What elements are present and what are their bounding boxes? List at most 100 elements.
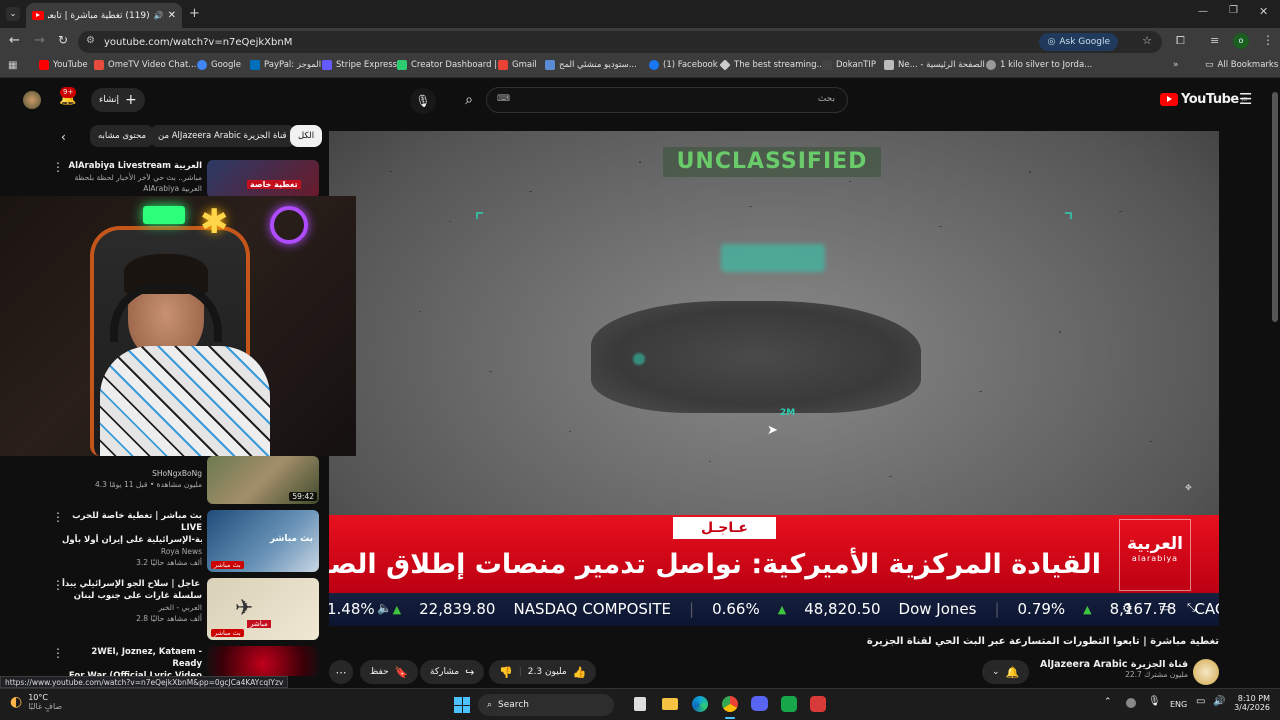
rec-thumbnail[interactable]: 59:42 (207, 456, 319, 504)
volume-icon[interactable]: 🔈 (377, 601, 392, 615)
divider: | (518, 667, 522, 677)
tab-search-icon[interactable]: ⌄ (6, 7, 20, 21)
profile-avatar[interactable]: o (1233, 33, 1249, 49)
extensions-icon[interactable]: ⧠ (1176, 34, 1185, 48)
save-button[interactable]: حفظ 🔖 (360, 660, 419, 684)
apps-grid-icon[interactable]: ▦ (8, 60, 17, 71)
bookmark-homepage[interactable]: Ne... - الصفحة الرئيسية (884, 60, 985, 70)
tray-mic-icon[interactable]: 🎙 (1148, 696, 1161, 707)
ticker-name: Dow Jones (898, 600, 977, 618)
bell-icon: 🔔 (1005, 665, 1020, 679)
bookmark-stripe[interactable]: Stripe Express (322, 60, 397, 70)
tray-app-icon[interactable] (1126, 698, 1136, 708)
page-scrollbar[interactable] (1272, 92, 1278, 322)
rec-thumbnail[interactable]: بث مباشر بث مباشر (207, 510, 319, 572)
volume-tray-icon[interactable]: 🔊 (1213, 696, 1225, 707)
like-dislike-button[interactable]: 👎 | 2.3 مليون 👍 (489, 660, 597, 684)
settings-icon[interactable]: ⚙ (1122, 601, 1133, 615)
obs-app-icon[interactable] (781, 696, 797, 712)
fullscreen-icon[interactable]: ⤡ (1187, 601, 1196, 615)
rec-menu-icon[interactable]: ⋮ (52, 160, 64, 174)
more-bookmarks-icon[interactable]: » (1173, 60, 1179, 70)
paypal-icon (250, 60, 260, 70)
rec-text[interactable]: بث مباشر | تغطية خاصة للحرب LIVE الأمريك… (62, 510, 202, 568)
guide-menu-icon[interactable]: ☰ (1239, 90, 1252, 108)
discord-icon[interactable] (751, 696, 768, 711)
rec-thumbnail[interactable]: ✈ مباشر بث مباشر (207, 578, 319, 640)
voice-search-icon[interactable]: 🎙 (410, 88, 436, 114)
bookmark-star-icon[interactable]: ☆ (1142, 34, 1152, 47)
taskbar-search[interactable]: ⌕ Search (478, 694, 614, 716)
subscribed-button[interactable]: ⌄ 🔔 (982, 660, 1030, 684)
tab-close-icon[interactable]: ✕ (168, 10, 176, 21)
new-tab-icon[interactable]: + (189, 6, 200, 21)
rec-menu-icon[interactable]: ⋮ (52, 578, 64, 592)
restore-icon[interactable]: ❐ (1229, 5, 1238, 16)
youtube-logo[interactable]: YouTube JO (1160, 92, 1247, 107)
chip-related[interactable]: محتوى مشابه (90, 125, 154, 147)
bookmark-facebook[interactable]: (1) Facebook (649, 60, 718, 70)
site-info-icon[interactable]: ⚙ (86, 35, 95, 46)
user-avatar[interactable] (23, 91, 41, 109)
bookmark-creator-dashboard[interactable]: Creator Dashboard |... (397, 60, 505, 70)
rec-menu-icon[interactable]: ⋮ (52, 646, 64, 660)
media-controls-icon[interactable]: ≡ (1210, 34, 1219, 47)
like-icon[interactable]: 👍 (573, 666, 587, 679)
weather-widget[interactable]: ◐ 10°C صافٍ غالبًا (10, 693, 62, 711)
rec-text[interactable]: مباشر | عاجل | سلاح الجو الإسرائيلي يبدأ… (62, 578, 202, 624)
clock[interactable]: 8:10 PM 3/4/2026 (1228, 694, 1270, 712)
start-button[interactable] (454, 697, 470, 713)
rec-thumbnail[interactable] (207, 646, 319, 676)
back-icon[interactable]: ← (9, 33, 20, 48)
rec-thumbnail[interactable]: تغطية خاصة (207, 160, 319, 198)
bookmark-paypal[interactable]: PayPal: الموجز (250, 60, 321, 70)
rec-text[interactable]: AlArabiya Livestream العربية مباشر.. بث … (66, 160, 202, 194)
chrome-icon[interactable] (722, 696, 738, 712)
breaking-headline: القيادة المركزية الأميركية: نواصل تدمير … (329, 549, 1101, 580)
forward-icon[interactable]: → (34, 33, 45, 48)
video-player[interactable]: UNCLASSIFIED 2M ➤ عـاجـل القيادة المركزي… (329, 131, 1219, 626)
search-button[interactable]: ⌕ (455, 87, 483, 113)
file-explorer-icon[interactable] (662, 698, 678, 710)
channel-avatar[interactable] (1193, 659, 1219, 685)
edge-icon[interactable] (692, 696, 708, 712)
all-bookmarks[interactable]: ▭ All Bookmarks (1205, 60, 1278, 70)
alarabiya-logo-en: alarabiya (1131, 554, 1179, 563)
dislike-icon[interactable]: 👎 (499, 666, 513, 679)
keyboard-icon[interactable]: ⌨ (497, 94, 510, 104)
bookmark-streaming[interactable]: The best streaming... (719, 59, 825, 71)
minimize-icon[interactable]: — (1198, 6, 1208, 17)
reload-icon[interactable]: ↻ (58, 33, 68, 47)
bookmark-label: Gmail (512, 60, 537, 70)
bookmark-gmail[interactable]: Gmail (498, 60, 537, 70)
task-view-icon[interactable] (634, 697, 646, 711)
rec-menu-icon[interactable]: ⋮ (52, 510, 64, 524)
bookmark-youtube[interactable]: YouTube (39, 60, 88, 70)
chip-from-channel[interactable]: من AlJazeera Arabic قناة الجزيرة (150, 125, 295, 147)
ask-google-button[interactable]: ◎ Ask Google (1039, 33, 1118, 51)
chip-all[interactable]: الكل (290, 125, 323, 147)
bookmark-studio[interactable]: ستوديو منشئي المح... (545, 60, 637, 70)
bookmark-dokantip[interactable]: DokanTIP (822, 60, 876, 70)
chips-prev-icon[interactable]: ‹ (61, 130, 66, 144)
close-window-icon[interactable]: ✕ (1259, 5, 1268, 18)
chrome-menu-icon[interactable]: ⋮ (1262, 33, 1274, 47)
miniplayer-icon[interactable]: ▭ (1159, 601, 1169, 614)
active-tab[interactable]: (119) تغطية مباشرة | تابعوا ا 🔊 ✕ (26, 3, 182, 28)
network-icon[interactable]: ▭ (1196, 696, 1205, 707)
bookmark-ometv[interactable]: OmeTV Video Chat... (94, 60, 196, 70)
bookmark-google[interactable]: Google (197, 60, 241, 70)
video-duration: 59:42 (289, 492, 317, 501)
tray-overflow-icon[interactable]: ⌃ (1104, 697, 1112, 707)
recording-app-icon[interactable] (810, 696, 826, 712)
tab-audio-icon[interactable]: 🔊 (154, 11, 164, 20)
share-button[interactable]: مشاركة ↪ (420, 660, 485, 684)
search-input[interactable]: ⌨ بحث (486, 87, 848, 113)
language-indicator[interactable]: ENG (1170, 700, 1187, 709)
rec-text[interactable]: SHoNgxBoNg 4.3 مليون مشاهدة • قبل 11 يوم… (66, 468, 202, 490)
more-actions-button[interactable]: ⋯ (329, 660, 353, 684)
bookmark-silver[interactable]: 1 kilo silver to Jorda... (986, 60, 1092, 70)
create-button[interactable]: إنشاء + (91, 88, 145, 112)
address-bar[interactable]: ⚙ youtube.com/watch?v=n7eQejkXbnM ⧉ ◎ As… (78, 31, 1162, 53)
channel-info[interactable]: AlJazeera Arabic قناة الجزيرة 22.7 مليون… (1040, 659, 1188, 679)
